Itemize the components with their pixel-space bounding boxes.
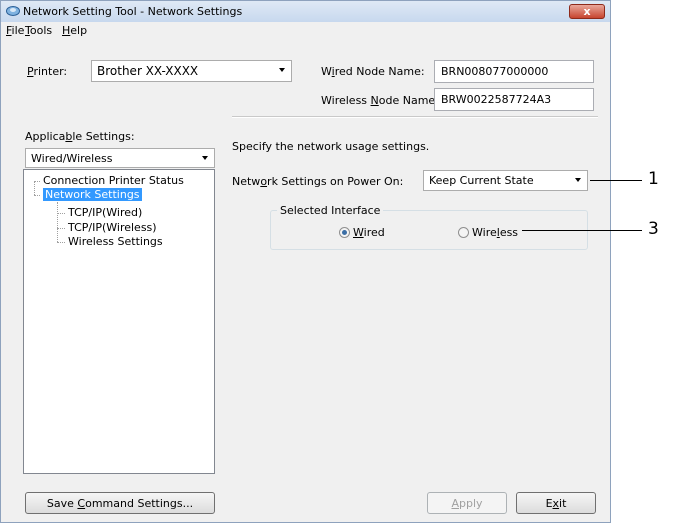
wireless-node-label-a: Wireless xyxy=(321,94,371,107)
power-on-label: Network Settings on Power On: xyxy=(232,175,403,188)
callout-line-1 xyxy=(590,180,642,181)
app-window: Network Setting Tool - Network Settings … xyxy=(0,0,611,523)
callout-number-3: 3 xyxy=(648,219,659,239)
power-on-label-b: rk Settings on Power On: xyxy=(267,175,404,188)
wireless-node-name-field[interactable]: BRW0022587724A3 xyxy=(434,88,594,111)
radio-wired-text: ired xyxy=(363,226,385,239)
tree-connector xyxy=(57,213,65,214)
tree-connector xyxy=(34,181,40,182)
tree-item-network-settings[interactable]: Network Settings xyxy=(43,188,142,201)
settings-tree: Connection Printer Status Network Settin… xyxy=(23,169,215,474)
radio-wireless-label[interactable]: Wireless xyxy=(472,226,518,239)
tree-item-tcpip-wired[interactable]: TCP/IP(Wired) xyxy=(68,206,142,219)
network-tool-icon xyxy=(6,6,20,16)
wired-node-name-value: BRN008077000000 xyxy=(441,65,549,78)
applicable-label-b: le Settings: xyxy=(72,130,135,143)
applicable-label-a: Applica xyxy=(25,130,66,143)
tree-connector xyxy=(57,202,58,242)
radio-wired[interactable] xyxy=(339,227,350,238)
title-bar: Network Setting Tool - Network Settings … xyxy=(1,1,610,22)
tree-item-connection-printer-status[interactable]: Connection Printer Status xyxy=(43,174,184,187)
menu-help[interactable]: Help xyxy=(62,24,87,37)
wired-node-label: Wired Node Name: xyxy=(321,65,425,78)
menu-bar xyxy=(1,22,610,39)
power-on-label-a: Netw xyxy=(232,175,261,188)
wireless-node-name-value: BRW0022587724A3 xyxy=(441,93,552,106)
printer-label-text: rinter: xyxy=(33,65,68,78)
selected-interface-label: Selected Interface xyxy=(277,204,384,217)
radio-selected-dot xyxy=(342,230,347,235)
menu-help-label: elp xyxy=(70,24,88,37)
close-icon: x xyxy=(583,5,591,18)
window-title: Network Setting Tool - Network Settings xyxy=(23,5,243,18)
save-command-settings-button[interactable]: Save Command Settings... xyxy=(25,492,215,514)
callout-number-1: 1 xyxy=(648,169,659,189)
radio-wireless-a: Wire xyxy=(472,226,497,239)
callout-line-3 xyxy=(522,230,642,231)
exit-btn-b: it xyxy=(559,497,567,510)
close-button[interactable]: x xyxy=(569,4,605,19)
radio-wired-label[interactable]: Wired xyxy=(353,226,385,239)
apply-btn-text: pply xyxy=(459,497,483,510)
save-btn-b: ommand Settings... xyxy=(85,497,194,510)
tree-item-tcpip-wireless[interactable]: TCP/IP(Wireless) xyxy=(68,221,157,234)
exit-button[interactable]: Exit xyxy=(516,492,596,514)
menu-file-label: ile xyxy=(11,24,25,37)
applicable-settings-select[interactable]: Wired/Wireless xyxy=(25,148,215,168)
tree-connector xyxy=(34,181,35,195)
radio-wireless-b: ess xyxy=(499,226,519,239)
apply-button[interactable]: Apply xyxy=(427,492,507,514)
apply-btn-mnemonic: A xyxy=(451,497,459,510)
tree-connector xyxy=(57,228,65,229)
chevron-down-icon xyxy=(575,178,581,182)
printer-select[interactable]: Brother XX-XXXX xyxy=(91,60,292,82)
chevron-down-icon xyxy=(279,68,285,72)
printer-label: Printer: xyxy=(27,65,67,78)
radio-wired-mnemonic: W xyxy=(353,226,364,239)
power-on-select-value: Keep Current State xyxy=(429,174,534,187)
description-text: Specify the network usage settings. xyxy=(232,140,430,153)
save-btn-a: Save xyxy=(46,497,78,510)
wireless-node-label-mnemonic: N xyxy=(370,94,379,107)
wireless-node-label: Wireless Node Name: xyxy=(321,94,439,107)
menu-tools-label: ools xyxy=(29,24,53,37)
divider xyxy=(232,116,598,118)
wireless-node-label-b: ode Name: xyxy=(378,94,439,107)
tree-connector xyxy=(57,242,65,243)
printer-select-value: Brother XX-XXXX xyxy=(97,64,199,78)
exit-btn-a: E xyxy=(545,497,553,510)
chevron-down-icon xyxy=(202,156,208,160)
tree-connector xyxy=(34,195,40,196)
tree-item-wireless-settings[interactable]: Wireless Settings xyxy=(68,235,163,248)
applicable-settings-value: Wired/Wireless xyxy=(31,152,113,165)
wired-node-label-a: W xyxy=(321,65,332,78)
save-btn-mnemonic: C xyxy=(77,497,86,510)
menu-file[interactable]: File xyxy=(6,24,24,37)
wired-node-name-field[interactable]: BRN008077000000 xyxy=(434,60,594,83)
power-on-select[interactable]: Keep Current State xyxy=(423,170,588,191)
radio-wireless[interactable] xyxy=(458,227,469,238)
menu-tools[interactable]: Tools xyxy=(25,24,52,37)
wired-node-label-b: red Node Name: xyxy=(334,65,425,78)
applicable-settings-label: Applicable Settings: xyxy=(25,130,135,143)
